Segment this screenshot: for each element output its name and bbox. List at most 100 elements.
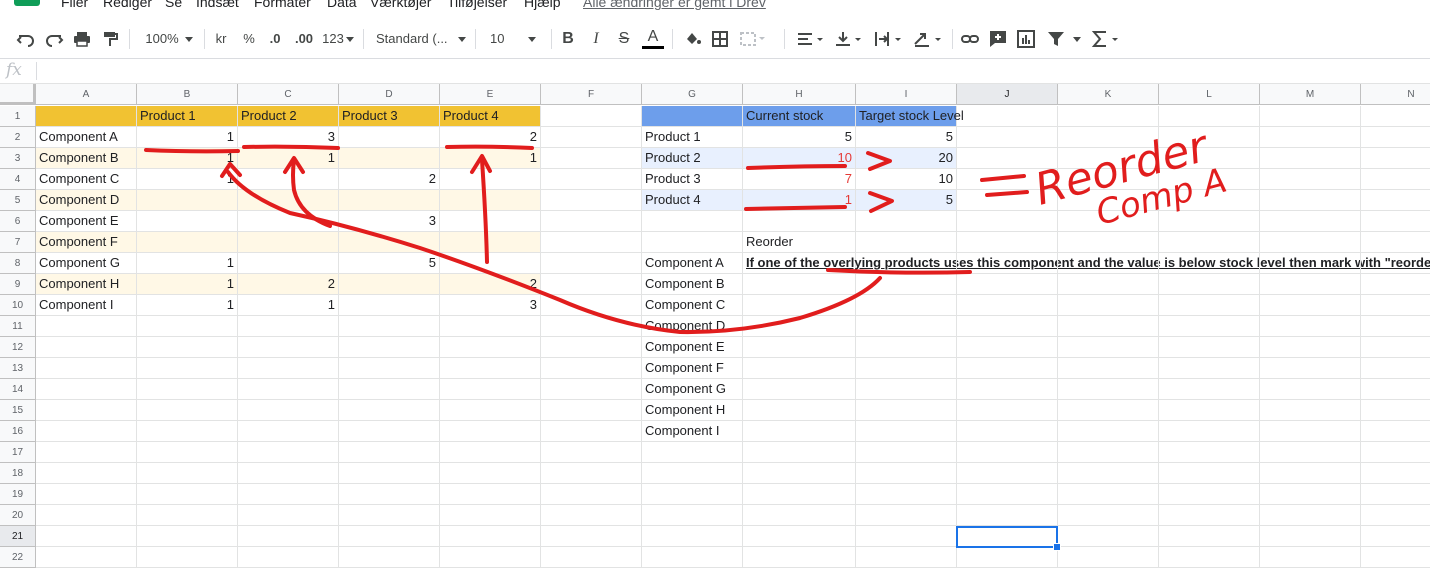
row-header-21[interactable]: 21 bbox=[0, 526, 36, 547]
cell-k14[interactable] bbox=[1058, 379, 1159, 400]
cell-n22[interactable] bbox=[1361, 547, 1430, 568]
cell-c4[interactable] bbox=[238, 169, 339, 190]
cell-h13[interactable] bbox=[743, 358, 856, 379]
cell-n6[interactable] bbox=[1361, 211, 1430, 232]
cell-h18[interactable] bbox=[743, 463, 856, 484]
cell-d9[interactable] bbox=[339, 274, 440, 295]
cell-k3[interactable] bbox=[1058, 148, 1159, 169]
cell-f16[interactable] bbox=[541, 421, 642, 442]
cell-d11[interactable] bbox=[339, 316, 440, 337]
cell-f7[interactable] bbox=[541, 232, 642, 253]
row-header-8[interactable]: 8 bbox=[0, 253, 36, 274]
cell-g3[interactable]: Product 2 bbox=[642, 148, 743, 169]
cell-e4[interactable] bbox=[440, 169, 541, 190]
column-header-j[interactable]: J bbox=[957, 84, 1058, 105]
cell-n18[interactable] bbox=[1361, 463, 1430, 484]
cell-m16[interactable] bbox=[1260, 421, 1361, 442]
cell-h16[interactable] bbox=[743, 421, 856, 442]
cell-f22[interactable] bbox=[541, 547, 642, 568]
cell-e6[interactable] bbox=[440, 211, 541, 232]
cell-a6[interactable]: Component E bbox=[36, 211, 137, 232]
cell-j15[interactable] bbox=[957, 400, 1058, 421]
cell-i2[interactable]: 5 bbox=[856, 127, 957, 148]
cell-l12[interactable] bbox=[1159, 337, 1260, 358]
cell-j2[interactable] bbox=[957, 127, 1058, 148]
cell-h20[interactable] bbox=[743, 505, 856, 526]
column-header-e[interactable]: E bbox=[440, 84, 541, 105]
cell-d20[interactable] bbox=[339, 505, 440, 526]
text-rotation-icon[interactable] bbox=[911, 28, 945, 50]
cell-b18[interactable] bbox=[137, 463, 238, 484]
cell-b15[interactable] bbox=[137, 400, 238, 421]
cell-h5[interactable]: 1 bbox=[743, 190, 856, 211]
cell-e10[interactable]: 3 bbox=[440, 295, 541, 316]
cell-c20[interactable] bbox=[238, 505, 339, 526]
cell-j14[interactable] bbox=[957, 379, 1058, 400]
cell-b21[interactable] bbox=[137, 526, 238, 547]
cell-j1[interactable] bbox=[957, 106, 1058, 127]
row-header-1[interactable]: 1 bbox=[0, 106, 36, 127]
fill-color-icon[interactable] bbox=[681, 28, 703, 50]
cell-f17[interactable] bbox=[541, 442, 642, 463]
cell-i17[interactable] bbox=[856, 442, 957, 463]
fill-handle[interactable] bbox=[1053, 543, 1061, 551]
cell-m17[interactable] bbox=[1260, 442, 1361, 463]
cell-j16[interactable] bbox=[957, 421, 1058, 442]
functions-icon[interactable] bbox=[1090, 28, 1122, 50]
cell-d22[interactable] bbox=[339, 547, 440, 568]
cell-g22[interactable] bbox=[642, 547, 743, 568]
row-header-22[interactable]: 22 bbox=[0, 547, 36, 568]
cell-b5[interactable] bbox=[137, 190, 238, 211]
cell-h9[interactable] bbox=[743, 274, 856, 295]
cell-c7[interactable] bbox=[238, 232, 339, 253]
cell-l3[interactable] bbox=[1159, 148, 1260, 169]
cell-k21[interactable] bbox=[1058, 526, 1159, 547]
cell-m19[interactable] bbox=[1260, 484, 1361, 505]
cell-g8[interactable]: Component A bbox=[642, 253, 743, 274]
cell-d19[interactable] bbox=[339, 484, 440, 505]
cell-k2[interactable] bbox=[1058, 127, 1159, 148]
cell-f20[interactable] bbox=[541, 505, 642, 526]
cell-c21[interactable] bbox=[238, 526, 339, 547]
cell-l15[interactable] bbox=[1159, 400, 1260, 421]
print-icon[interactable] bbox=[71, 28, 93, 50]
cell-a8[interactable]: Component G bbox=[36, 253, 137, 274]
active-cell-j21[interactable] bbox=[956, 526, 1058, 548]
row-header-3[interactable]: 3 bbox=[0, 148, 36, 169]
cell-l17[interactable] bbox=[1159, 442, 1260, 463]
cell-a1[interactable] bbox=[36, 106, 137, 127]
cell-b7[interactable] bbox=[137, 232, 238, 253]
borders-icon[interactable] bbox=[709, 28, 731, 50]
cell-k5[interactable] bbox=[1058, 190, 1159, 211]
cell-c14[interactable] bbox=[238, 379, 339, 400]
select-all-corner[interactable] bbox=[0, 84, 36, 105]
column-header-h[interactable]: H bbox=[743, 84, 856, 105]
cell-c9[interactable]: 2 bbox=[238, 274, 339, 295]
cell-f2[interactable] bbox=[541, 127, 642, 148]
column-header-a[interactable]: A bbox=[36, 84, 137, 105]
cell-b20[interactable] bbox=[137, 505, 238, 526]
cell-l16[interactable] bbox=[1159, 421, 1260, 442]
cell-i1[interactable]: Target stock Level bbox=[856, 106, 964, 127]
cell-j7[interactable] bbox=[957, 232, 1058, 253]
cell-g6[interactable] bbox=[642, 211, 743, 232]
cell-c19[interactable] bbox=[238, 484, 339, 505]
zoom-select[interactable]: 100% bbox=[140, 28, 198, 50]
cell-a3[interactable]: Component B bbox=[36, 148, 137, 169]
cell-h6[interactable] bbox=[743, 211, 856, 232]
row-header-17[interactable]: 17 bbox=[0, 442, 36, 463]
column-header-b[interactable]: B bbox=[137, 84, 238, 105]
cell-n21[interactable] bbox=[1361, 526, 1430, 547]
cell-h22[interactable] bbox=[743, 547, 856, 568]
cell-k20[interactable] bbox=[1058, 505, 1159, 526]
cell-b1[interactable]: Product 1 bbox=[137, 106, 238, 127]
cell-g10[interactable]: Component C bbox=[642, 295, 743, 316]
cell-n3[interactable] bbox=[1361, 148, 1430, 169]
cell-m4[interactable] bbox=[1260, 169, 1361, 190]
cell-c18[interactable] bbox=[238, 463, 339, 484]
cell-a20[interactable] bbox=[36, 505, 137, 526]
cell-d5[interactable] bbox=[339, 190, 440, 211]
cell-b17[interactable] bbox=[137, 442, 238, 463]
cell-m10[interactable] bbox=[1260, 295, 1361, 316]
cell-k15[interactable] bbox=[1058, 400, 1159, 421]
